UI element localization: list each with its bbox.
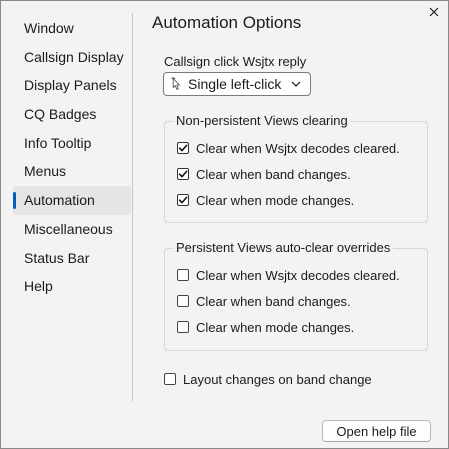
non-persistent-title: Non-persistent Views clearing bbox=[173, 113, 351, 128]
p-clear-band-option[interactable]: Clear when band changes. bbox=[177, 292, 351, 310]
checkbox[interactable] bbox=[177, 194, 189, 206]
reply-label: Callsign click Wsjtx reply bbox=[164, 54, 307, 69]
sidebar-item-display-panels[interactable]: Display Panels bbox=[13, 71, 131, 100]
checkbox[interactable] bbox=[164, 373, 176, 385]
checkbox-label: Clear when band changes. bbox=[196, 293, 351, 309]
close-icon bbox=[429, 7, 439, 17]
persistent-group: Persistent Views auto-clear overrides Cl… bbox=[164, 240, 428, 351]
persistent-title: Persistent Views auto-clear overrides bbox=[173, 240, 394, 255]
checkbox[interactable] bbox=[177, 269, 189, 281]
sidebar-item-info-tooltip[interactable]: Info Tooltip bbox=[13, 129, 131, 158]
checkbox-label: Clear when band changes. bbox=[196, 166, 351, 182]
p-clear-decodes-option[interactable]: Clear when Wsjtx decodes cleared. bbox=[177, 266, 400, 284]
open-help-file-button[interactable]: Open help file bbox=[322, 420, 431, 442]
chevron-down-icon bbox=[288, 81, 304, 87]
sidebar-item-window[interactable]: Window bbox=[13, 14, 131, 43]
checkbox[interactable] bbox=[177, 168, 189, 180]
sidebar-item-miscellaneous[interactable]: Miscellaneous bbox=[13, 215, 131, 244]
checkmark-icon bbox=[178, 196, 188, 204]
checkmark-icon bbox=[178, 170, 188, 178]
sidebar-item-menus[interactable]: Menus bbox=[13, 157, 131, 186]
checkbox-label: Clear when mode changes. bbox=[196, 319, 355, 335]
np-clear-band-option[interactable]: Clear when band changes. bbox=[177, 165, 351, 183]
checkbox-label: Clear when Wsjtx decodes cleared. bbox=[196, 140, 400, 156]
checkbox[interactable] bbox=[177, 321, 189, 333]
checkmark-icon bbox=[178, 144, 188, 152]
checkbox-label: Layout changes on band change bbox=[183, 371, 372, 387]
reply-mode-dropdown[interactable]: Single left-click bbox=[163, 72, 311, 96]
np-clear-mode-option[interactable]: Clear when mode changes. bbox=[177, 191, 354, 209]
sidebar-item-automation[interactable]: Automation bbox=[13, 186, 131, 215]
sidebar-item-help[interactable]: Help bbox=[13, 272, 131, 301]
sidebar-item-status-bar[interactable]: Status Bar bbox=[13, 244, 131, 273]
reply-mode-value: Single left-click bbox=[188, 76, 282, 92]
np-clear-decodes-option[interactable]: Clear when Wsjtx decodes cleared. bbox=[177, 139, 400, 157]
sidebar-nav: Window Callsign Display Display Panels C… bbox=[13, 14, 131, 301]
non-persistent-group: Non-persistent Views clearing Clear when… bbox=[164, 113, 428, 223]
page-title: Automation Options bbox=[152, 13, 302, 32]
close-button[interactable] bbox=[423, 2, 445, 22]
layout-changes-option[interactable]: Layout changes on band change bbox=[164, 370, 372, 388]
sidebar-item-callsign-display[interactable]: Callsign Display bbox=[13, 43, 131, 72]
checkbox-label: Clear when Wsjtx decodes cleared. bbox=[196, 267, 400, 283]
checkbox[interactable] bbox=[177, 142, 189, 154]
checkbox[interactable] bbox=[177, 295, 189, 307]
sidebar-divider bbox=[132, 13, 133, 401]
checkbox-label: Clear when mode changes. bbox=[196, 192, 355, 208]
p-clear-mode-option[interactable]: Clear when mode changes. bbox=[177, 318, 354, 336]
settings-window: Window Callsign Display Display Panels C… bbox=[0, 0, 449, 449]
pointer-cursor-icon bbox=[169, 76, 183, 92]
sidebar-item-cq-badges[interactable]: CQ Badges bbox=[13, 100, 131, 129]
